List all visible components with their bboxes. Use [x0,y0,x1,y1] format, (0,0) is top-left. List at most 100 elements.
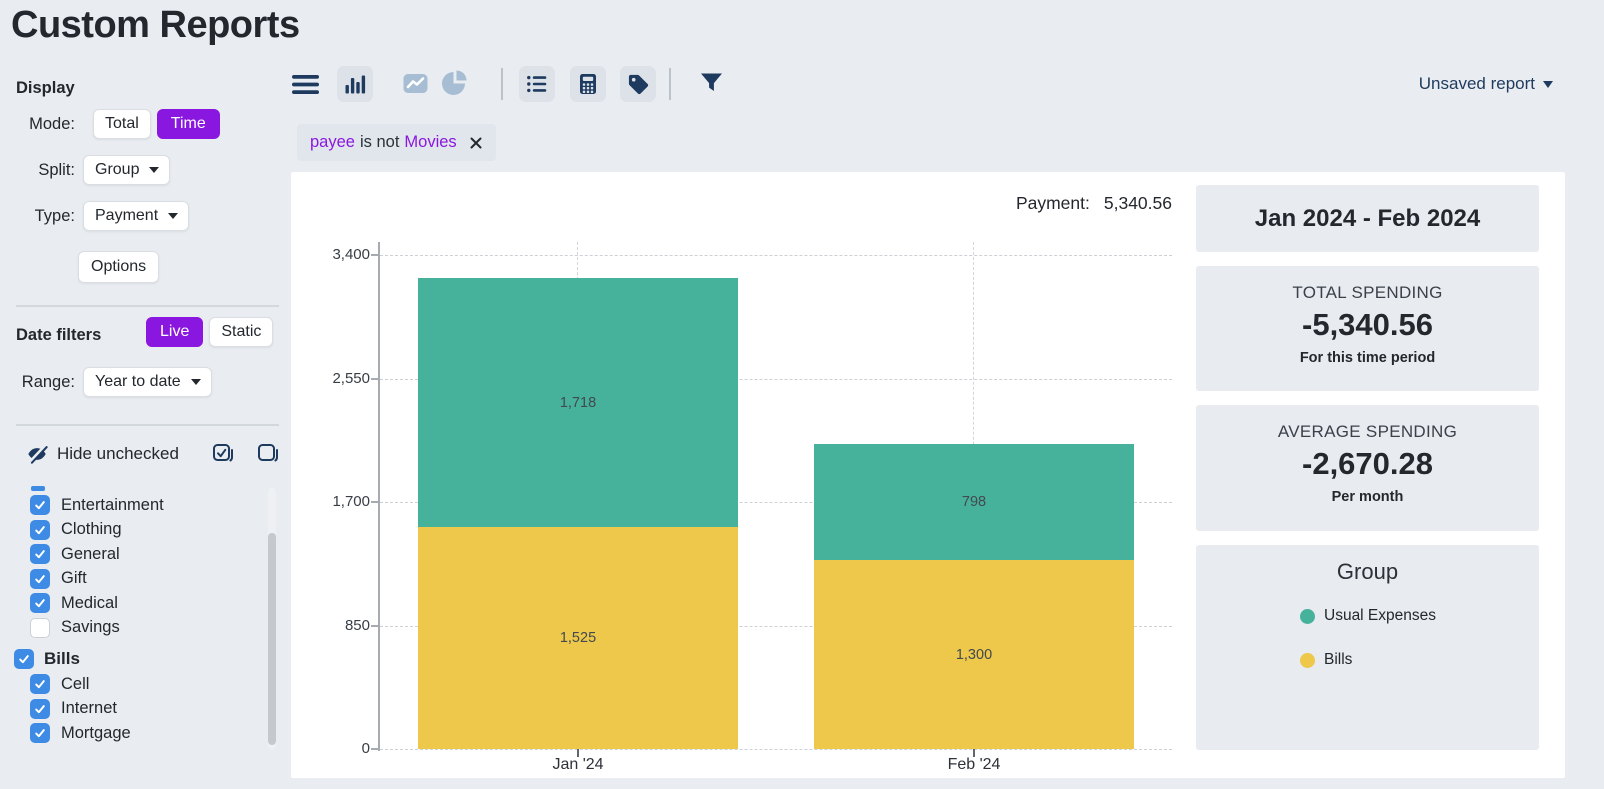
calculator-button[interactable] [570,66,606,102]
chevron-down-icon [149,167,159,173]
split-value: Group [95,161,139,179]
tag-button[interactable] [620,66,656,102]
category-row-gift: Gift [0,567,266,592]
checkbox-mortgage[interactable] [30,723,50,743]
eye-slash-icon[interactable] [26,443,48,465]
area-chart-button[interactable] [403,73,428,94]
legend-dot-icon [1300,653,1315,668]
range-select[interactable]: Year to date [83,367,212,397]
mode-label: Mode: [0,115,75,134]
filter-chip-operator: is not [360,133,399,152]
checkbox-savings[interactable] [30,618,50,638]
unsaved-report-menu[interactable]: Unsaved report [1419,74,1553,94]
check-icon [33,498,47,512]
checkbox-cell[interactable] [30,674,50,694]
area-chart-icon [403,73,428,94]
split-label: Split: [0,161,75,180]
pie-chart-icon [441,69,468,96]
bar-value-label: 1,300 [814,645,1134,665]
type-label: Type: [0,207,75,226]
close-icon[interactable] [469,136,483,150]
check-icon [33,596,47,610]
legend-item-usual-expenses: Usual Expenses [1300,604,1539,628]
bar-value-label: 1,525 [418,628,738,648]
y-axis-tick-label: 3,400 [292,244,370,266]
filter-button[interactable] [699,70,724,94]
payment-total-label: Payment: [1016,193,1090,213]
category-label: General [61,545,120,564]
gridline [380,749,1172,750]
category-label: Medical [61,594,118,613]
tag-icon [627,73,650,96]
checkbox-general[interactable] [30,544,50,564]
check-icon [33,572,47,586]
list-icon [526,74,548,94]
category-label: Mortgage [61,724,131,743]
split-select[interactable]: Group [83,155,170,185]
mode-time-button[interactable]: Time [157,109,220,139]
mode-total-button[interactable]: Total [93,109,151,139]
stacked-bar-chart: 08501,7002,5503,400Jan '241,5251,718Feb … [380,255,1172,749]
unsaved-report-label: Unsaved report [1419,74,1535,94]
date-static-button[interactable]: Static [209,317,273,347]
checkbox-entertainment[interactable] [30,495,50,515]
legend-heading: Group [1196,559,1539,585]
range-value: Year to date [95,373,181,391]
filter-chip[interactable]: payee is not Movies [297,124,496,161]
date-live-button[interactable]: Live [146,317,203,347]
y-axis-line [378,242,380,751]
bar-chart-button[interactable] [337,66,373,102]
payment-total-value: 5,340.56 [1104,193,1172,213]
category-label: Internet [61,699,117,718]
type-value: Payment [95,207,158,225]
gridline [380,255,1172,256]
legend-card: Group Usual Expenses Bills [1196,545,1539,750]
type-select[interactable]: Payment [83,201,189,231]
category-row-medical: Medical [0,591,266,616]
legend-label: Bills [1324,651,1352,669]
menu-icon[interactable] [292,74,319,96]
average-spending-value: -2,670.28 [1196,446,1539,482]
check-icon [33,523,47,537]
average-spending-heading: AVERAGE SPENDING [1196,422,1539,442]
pie-chart-button[interactable] [441,69,468,96]
display-heading: Display [16,79,75,98]
legend-item-bills: Bills [1300,648,1539,672]
options-button[interactable]: Options [78,251,159,283]
total-spending-caption: For this time period [1196,350,1539,366]
mode-row: Mode: Total Time [0,108,220,140]
category-label: Savings [61,618,120,637]
category-list: EntertainmentClothingGeneralGiftMedicalS… [0,484,266,746]
chevron-down-icon [1543,81,1553,88]
toolbar-divider [669,68,671,100]
scrollbar-thumb[interactable] [268,533,276,745]
uncheck-all-button[interactable] [257,443,279,465]
legend-list: Usual Expenses Bills [1196,604,1539,672]
y-axis-tick [371,254,380,256]
chevron-down-icon [168,213,178,219]
check-all-button[interactable] [212,443,234,465]
list-view-button[interactable] [519,66,555,102]
category-row-internet: Internet [0,697,266,722]
category-label: Cell [61,675,89,694]
checkbox-clothing[interactable] [30,520,50,540]
hide-unchecked-label: Hide unchecked [57,444,179,464]
y-axis-tick [371,501,380,503]
x-axis-label: Feb '24 [914,756,1034,774]
y-axis-tick-label: 2,550 [292,368,370,390]
checkbox-internet[interactable] [30,699,50,719]
bar-value-label: 1,718 [418,393,738,413]
category-row-clothing: Clothing [0,518,266,543]
y-axis-tick-label: 850 [292,615,370,637]
y-axis-tick-label: 0 [292,738,370,760]
check-icon [17,652,31,666]
filter-icon [699,70,724,94]
category-row-mortgage: Mortgage [0,721,266,746]
average-spending-card: AVERAGE SPENDING -2,670.28 Per month [1196,405,1539,531]
filter-chip-field: payee [310,133,355,152]
range-row: Range: Year to date [0,364,212,400]
checkbox-gift[interactable] [30,569,50,589]
checkbox-bills[interactable] [14,649,34,669]
legend-dot-icon [1300,609,1315,624]
checkbox-medical[interactable] [30,593,50,613]
